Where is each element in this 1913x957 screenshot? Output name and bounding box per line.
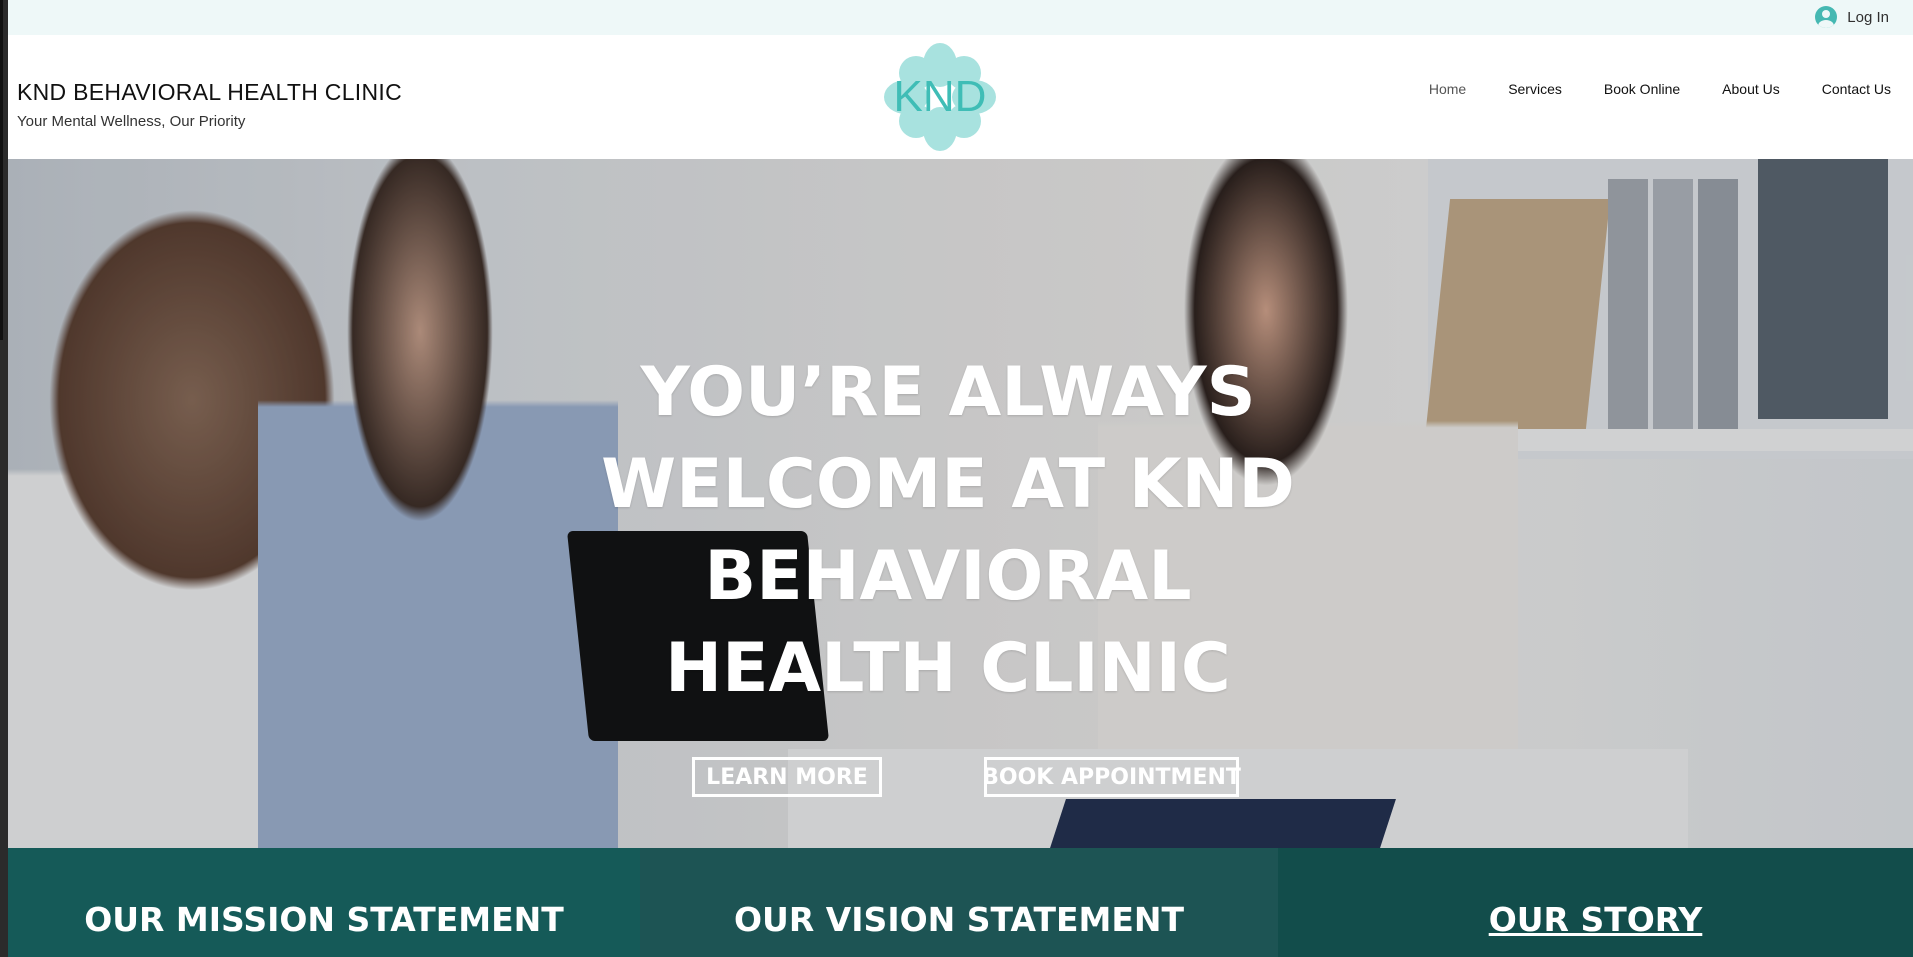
logo-text: KND xyxy=(894,72,987,121)
hero-headline-line: HEALTH CLINIC xyxy=(665,629,1231,708)
login-label: Log In xyxy=(1847,8,1889,26)
nav-services[interactable]: Services xyxy=(1487,81,1583,97)
hero-section: YOU’RE ALWAYS WELCOME AT KND BEHAVIORAL … xyxy=(8,159,1913,848)
nav-about-us[interactable]: About Us xyxy=(1701,81,1801,97)
site-tagline: Your Mental Wellness, Our Priority xyxy=(17,113,246,130)
story-column: OUR STORY xyxy=(1278,848,1913,957)
login-bar: Log In xyxy=(8,0,1913,35)
our-story-link[interactable]: OUR STORY xyxy=(1489,900,1703,957)
nav-book-online[interactable]: Book Online xyxy=(1583,81,1701,97)
nav-home[interactable]: Home xyxy=(1408,81,1487,97)
hero-headline: YOU’RE ALWAYS WELCOME AT KND BEHAVIORAL … xyxy=(568,347,1328,715)
main-nav: Home Services Book Online About Us Conta… xyxy=(1408,81,1891,97)
learn-more-button[interactable]: LEARN MORE xyxy=(692,757,882,797)
site-header: KND BEHAVIORAL HEALTH CLINIC Your Mental… xyxy=(8,35,1913,159)
mission-heading: OUR MISSION STATEMENT xyxy=(84,900,564,939)
site-title[interactable]: KND BEHAVIORAL HEALTH CLINIC xyxy=(17,79,402,106)
book-appointment-button[interactable]: BOOK APPOINTMENT xyxy=(982,757,1241,797)
user-avatar-icon xyxy=(1815,6,1838,28)
vision-heading: OUR VISION STATEMENT xyxy=(733,900,1185,939)
hero-headline-line: BEHAVIORAL xyxy=(704,537,1192,616)
nav-contact-us[interactable]: Contact Us xyxy=(1801,81,1891,97)
knd-logo[interactable]: KND xyxy=(882,41,998,153)
website-page: Log In KND BEHAVIORAL HEALTH CLINIC Your… xyxy=(8,0,1913,957)
window-edge xyxy=(0,0,8,957)
hero-headline-line: WELCOME AT KND xyxy=(601,445,1295,524)
statements-band: OUR MISSION STATEMENT OUR VISION STATEME… xyxy=(8,848,1913,957)
mission-column: OUR MISSION STATEMENT xyxy=(8,848,640,957)
vision-column: OUR VISION STATEMENT xyxy=(640,848,1278,957)
login-button[interactable]: Log In xyxy=(1815,4,1889,30)
hero-headline-line: YOU’RE ALWAYS xyxy=(640,353,1256,432)
